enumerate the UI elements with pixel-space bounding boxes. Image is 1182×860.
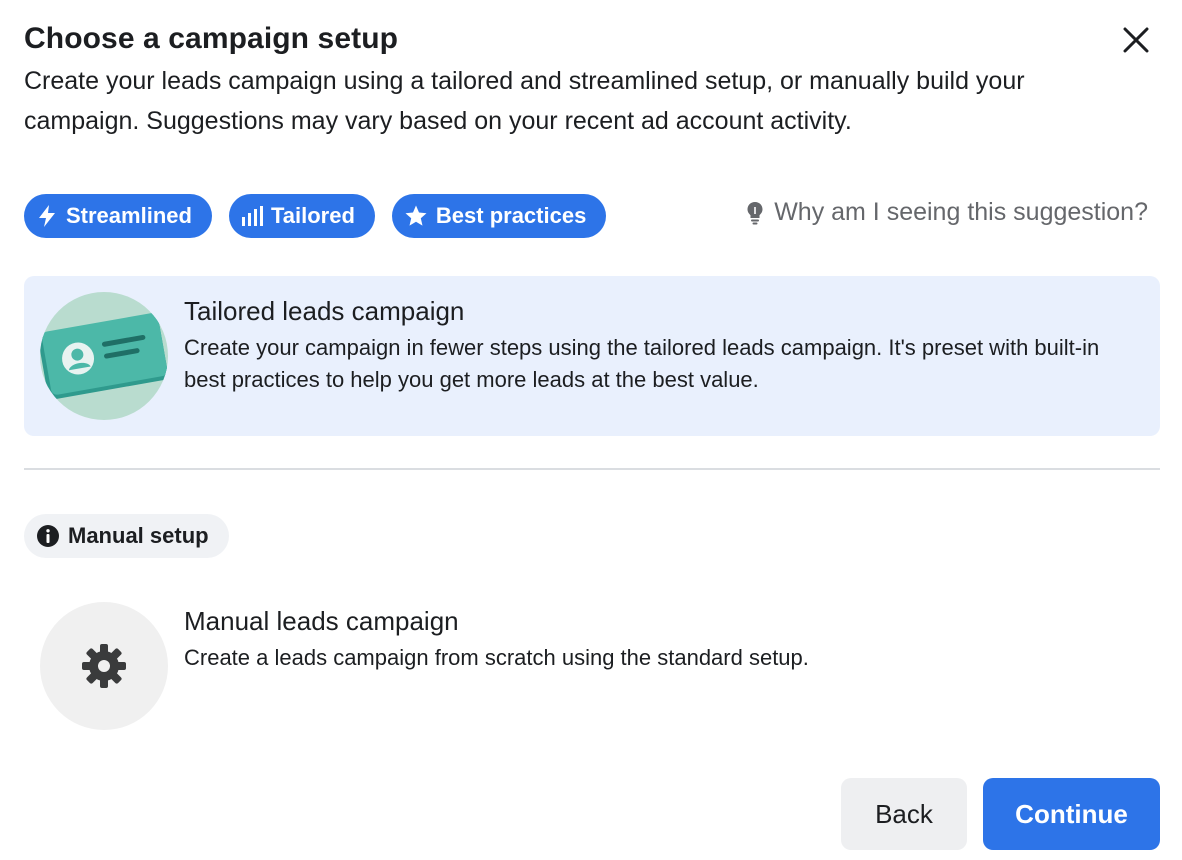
why-suggestion-link[interactable]: Why am I seeing this suggestion?: [746, 198, 1148, 227]
info-icon: [37, 525, 59, 547]
lightning-icon: [39, 205, 55, 227]
bar-chart-icon: [241, 206, 263, 226]
back-button[interactable]: Back: [841, 778, 967, 850]
manual-setup-label: Manual setup: [68, 523, 209, 548]
manual-option-title: Manual leads campaign: [184, 606, 459, 636]
tailored-option-description: Create your campaign in fewer steps usin…: [184, 335, 1100, 392]
close-icon: [1123, 27, 1149, 53]
suggestion-tags: Streamlined Tailored Best practices: [24, 194, 607, 238]
close-button[interactable]: [1118, 22, 1154, 58]
dialog-title: Choose a campaign setup: [24, 22, 399, 55]
contact-card-illustration: [40, 292, 168, 420]
tag-streamlined: Streamlined: [24, 194, 212, 238]
section-divider: [24, 468, 1160, 470]
tag-tailored: Tailored: [228, 194, 375, 238]
dialog-subtitle: Create your leads campaign using a tailo…: [24, 67, 1025, 135]
manual-leads-option[interactable]: Manual leads campaign Create a leads cam…: [24, 586, 1160, 746]
gear-icon: [82, 644, 126, 688]
tag-label: Best practices: [435, 203, 587, 228]
tag-label: Tailored: [270, 203, 355, 228]
tailored-leads-option[interactable]: Tailored leads campaign Create your camp…: [24, 276, 1160, 436]
tag-best-practices: Best practices: [391, 194, 607, 238]
lightbulb-icon: [747, 201, 763, 224]
tag-label: Streamlined: [66, 203, 192, 228]
campaign-setup-dialog: Choose a campaign setup Create your lead…: [0, 0, 1182, 860]
why-suggestion-label: Why am I seeing this suggestion?: [774, 198, 1148, 226]
star-icon: [405, 205, 427, 226]
tailored-option-title: Tailored leads campaign: [184, 296, 465, 326]
manual-setup-badge: Manual setup: [24, 514, 229, 558]
manual-option-description: Create a leads campaign from scratch usi…: [184, 645, 809, 670]
gear-icon-container: [40, 602, 168, 730]
continue-button[interactable]: Continue: [983, 778, 1160, 850]
